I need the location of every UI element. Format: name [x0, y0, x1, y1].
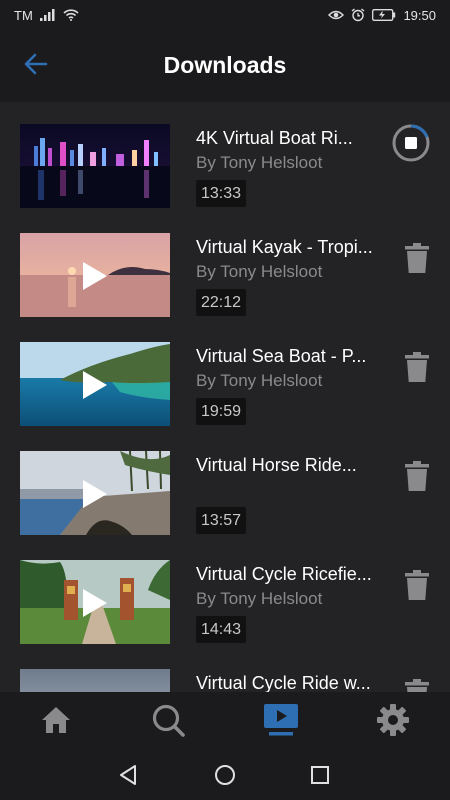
nav-home[interactable] [36, 704, 76, 740]
nav-settings[interactable] [373, 703, 413, 742]
night-city-skyline-image [20, 124, 170, 208]
cloudy-sky-image [20, 669, 170, 692]
system-home-button[interactable] [210, 763, 240, 791]
trash-icon [404, 351, 430, 387]
list-item[interactable]: Virtual Cycle Ricefie... By Tony Helsloo… [0, 538, 450, 647]
downloads-list: 4K Virtual Boat Ri... By Tony Helsloot 1… [0, 102, 450, 692]
play-icon [82, 588, 108, 623]
delete-button[interactable] [396, 457, 438, 499]
battery-icon [372, 9, 396, 21]
stop-download-button[interactable] [390, 123, 432, 168]
home-icon [41, 706, 71, 739]
play-icon [82, 479, 108, 514]
video-title: Virtual Cycle Ricefie... [196, 564, 372, 584]
video-thumbnail[interactable] [20, 233, 170, 317]
carrier-label: TM [14, 7, 33, 23]
bottom-nav [0, 692, 450, 753]
video-title: Virtual Horse Ride... [196, 455, 357, 475]
video-title: Virtual Kayak - Tropi... [196, 237, 373, 257]
nav-search[interactable] [148, 704, 188, 740]
list-item[interactable]: Virtual Sea Boat - P... By Tony Helsloot… [0, 320, 450, 429]
trash-icon [404, 460, 430, 496]
downloads-icon [263, 703, 299, 742]
system-recents-button[interactable] [305, 763, 335, 791]
page-title: Downloads [163, 52, 287, 78]
delete-button[interactable] [396, 566, 438, 608]
clock-time: 19:50 [403, 7, 436, 23]
system-nav-bar [0, 753, 450, 800]
settings-icon [376, 703, 410, 742]
search-icon [151, 703, 185, 742]
nav-downloads[interactable] [261, 703, 301, 742]
video-duration: 13:33 [196, 180, 247, 207]
video-title: Virtual Cycle Ride w... [196, 673, 371, 692]
video-title: Virtual Sea Boat - P... [196, 346, 367, 366]
video-thumbnail[interactable] [20, 560, 170, 644]
system-back-button[interactable] [113, 763, 143, 791]
circle-home-icon [214, 764, 236, 791]
video-duration: 19:59 [196, 398, 247, 425]
video-author: By Tony Helsloot [196, 262, 323, 281]
trash-icon [404, 569, 430, 605]
video-title: 4K Virtual Boat Ri... [196, 128, 353, 148]
video-author: By Tony Helsloot [196, 589, 323, 608]
delete-button[interactable] [396, 348, 438, 390]
app-bar: Downloads [0, 30, 450, 102]
play-icon [82, 370, 108, 405]
delete-button[interactable] [396, 675, 438, 692]
trash-icon [404, 678, 430, 692]
play-icon [82, 261, 108, 296]
alarm-icon [351, 8, 365, 22]
list-item[interactable]: Virtual Kayak - Tropi... By Tony Helsloo… [0, 211, 450, 320]
video-thumbnail[interactable] [20, 451, 170, 535]
video-author: By Tony Helsloot [196, 371, 323, 390]
video-thumbnail[interactable] [20, 669, 170, 692]
video-thumbnail[interactable] [20, 342, 170, 426]
square-recents-icon [310, 765, 330, 790]
list-item[interactable]: Virtual Cycle Ride w... [0, 647, 450, 692]
stop-download-icon [391, 123, 431, 168]
trash-icon [404, 242, 430, 278]
video-thumbnail[interactable] [20, 124, 170, 208]
delete-button[interactable] [396, 239, 438, 281]
eye-icon [328, 9, 345, 21]
list-item[interactable]: 4K Virtual Boat Ri... By Tony Helsloot 1… [0, 102, 450, 211]
triangle-back-icon [117, 764, 139, 791]
video-duration: 22:12 [196, 289, 247, 316]
list-item[interactable]: Virtual Horse Ride... 13:57 [0, 429, 450, 538]
signal-icon [39, 9, 56, 21]
video-duration: 14:43 [196, 616, 247, 643]
status-bar: TM 19:50 [0, 0, 450, 30]
wifi-icon [63, 9, 79, 21]
video-duration: 13:57 [196, 507, 247, 534]
video-author: By Tony Helsloot [196, 153, 323, 172]
